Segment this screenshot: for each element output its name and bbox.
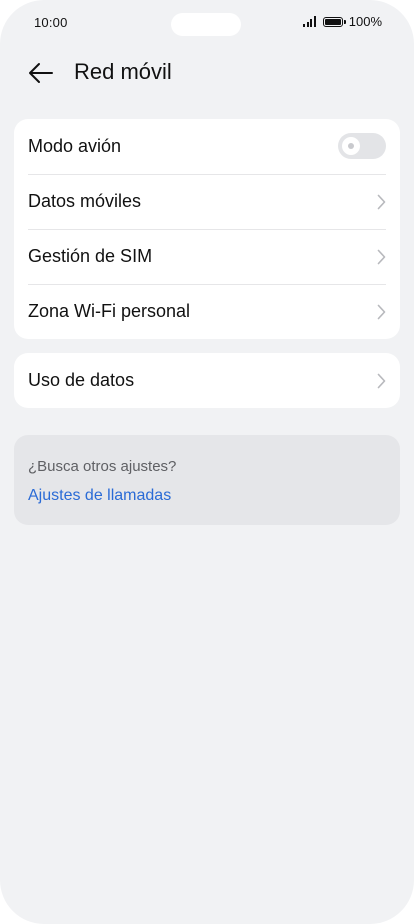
settings-group: Modo avión Datos móviles Gestión de SIM … bbox=[14, 119, 400, 339]
chevron-right-icon bbox=[377, 373, 386, 389]
phone-screen: 10:00 100% Red móvil Modo avión Datos mó… bbox=[0, 0, 414, 924]
battery-percent: 100% bbox=[348, 14, 382, 29]
hotspot-label: Zona Wi-Fi personal bbox=[28, 301, 191, 321]
airplane-mode-row[interactable]: Modo avión bbox=[14, 119, 400, 174]
sim-management-row[interactable]: Gestión de SIM bbox=[14, 229, 400, 284]
data-usage-label: Uso de datos bbox=[28, 370, 135, 390]
chevron-right-icon bbox=[377, 304, 386, 320]
header: Red móvil bbox=[0, 54, 414, 94]
toggle-knob bbox=[342, 137, 360, 155]
hotspot-row[interactable]: Zona Wi-Fi personal bbox=[14, 284, 400, 339]
sim-management-label: Gestión de SIM bbox=[28, 246, 153, 266]
status-bar: 10:00 100% bbox=[0, 0, 414, 46]
battery-icon bbox=[322, 16, 346, 27]
chevron-right-icon bbox=[377, 194, 386, 210]
data-usage-row[interactable]: Uso de datos bbox=[14, 353, 400, 408]
signal-icon bbox=[303, 16, 316, 27]
status-time: 10:00 bbox=[34, 15, 68, 30]
airplane-mode-toggle[interactable] bbox=[338, 133, 386, 159]
camera-cutout bbox=[171, 13, 241, 36]
chevron-right-icon bbox=[377, 249, 386, 265]
suggestion-title: ¿Busca otros ajustes? bbox=[28, 458, 177, 475]
page-title: Red móvil bbox=[74, 59, 172, 84]
arrow-left-icon bbox=[29, 63, 53, 83]
status-indicators: 100% bbox=[303, 14, 382, 29]
mobile-data-row[interactable]: Datos móviles bbox=[14, 174, 400, 229]
mobile-data-label: Datos móviles bbox=[28, 191, 142, 211]
airplane-mode-label: Modo avión bbox=[28, 136, 122, 156]
call-settings-link[interactable]: Ajustes de llamadas bbox=[28, 487, 171, 505]
back-button[interactable] bbox=[24, 58, 58, 88]
usage-group: Uso de datos bbox=[14, 353, 400, 408]
suggestion-box: ¿Busca otros ajustes? Ajustes de llamada… bbox=[14, 435, 400, 525]
